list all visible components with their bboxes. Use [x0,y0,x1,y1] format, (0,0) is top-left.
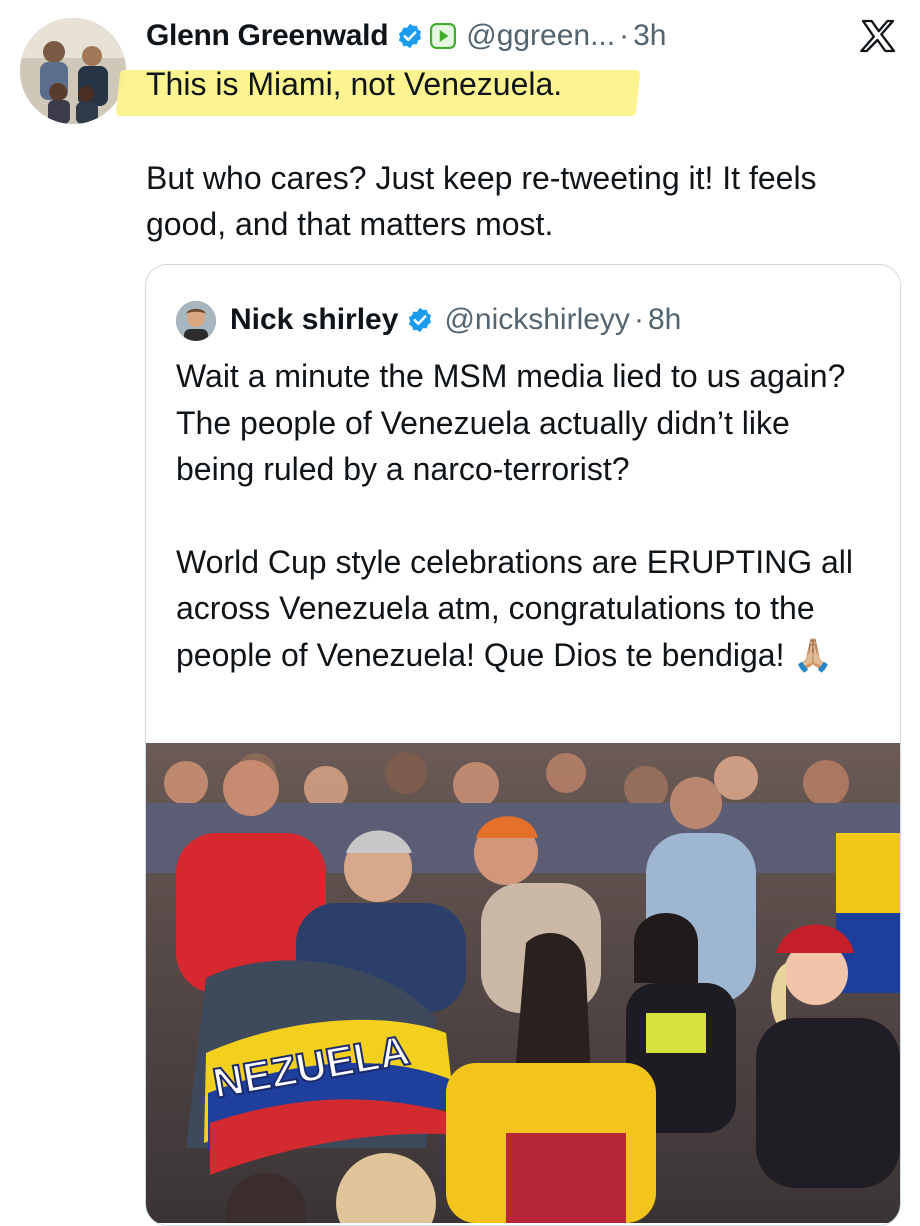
verified-badge-icon [409,307,432,333]
quoted-tweet-text: Wait a minute the MSM media lied to us a… [176,353,876,678]
separator-dot: · [633,303,644,336]
play-badge-icon [430,23,457,49]
tweet-first-line: This is Miami, not Venezuela. [146,66,563,102]
tweet-body: But who cares? Just keep re-tweeting it!… [146,160,817,242]
quoted-author-avatar[interactable] [176,301,216,341]
quoted-paragraph-1: Wait a minute the MSM media lied to us a… [176,358,846,487]
quoted-author-handle[interactable]: @nickshirleyy [444,303,630,337]
verified-badge-icon [399,23,422,49]
quoted-tweet-card[interactable]: Nick shirley @nickshirleyy · 8h Wait a m… [145,264,901,1226]
quoted-paragraph-2: World Cup style celebrations are ERUPTIN… [176,543,853,673]
tweet-time[interactable]: 3h [633,19,666,53]
author-name[interactable]: Glenn Greenwald [146,19,389,53]
author-avatar[interactable] [20,18,126,124]
quoted-tweet-time[interactable]: 8h [648,303,681,337]
crowd-photo[interactable]: NEZUELA [146,743,900,1223]
x-logo-icon [860,19,896,53]
quoted-tweet-header: Nick shirley @nickshirleyy · 8h [230,297,681,343]
tweet-header: Glenn Greenwald @ggreen... · 3h [146,14,666,58]
author-handle[interactable]: @ggreen... [466,19,615,53]
separator-dot: · [619,19,630,52]
quoted-author-name[interactable]: Nick shirley [230,303,398,337]
